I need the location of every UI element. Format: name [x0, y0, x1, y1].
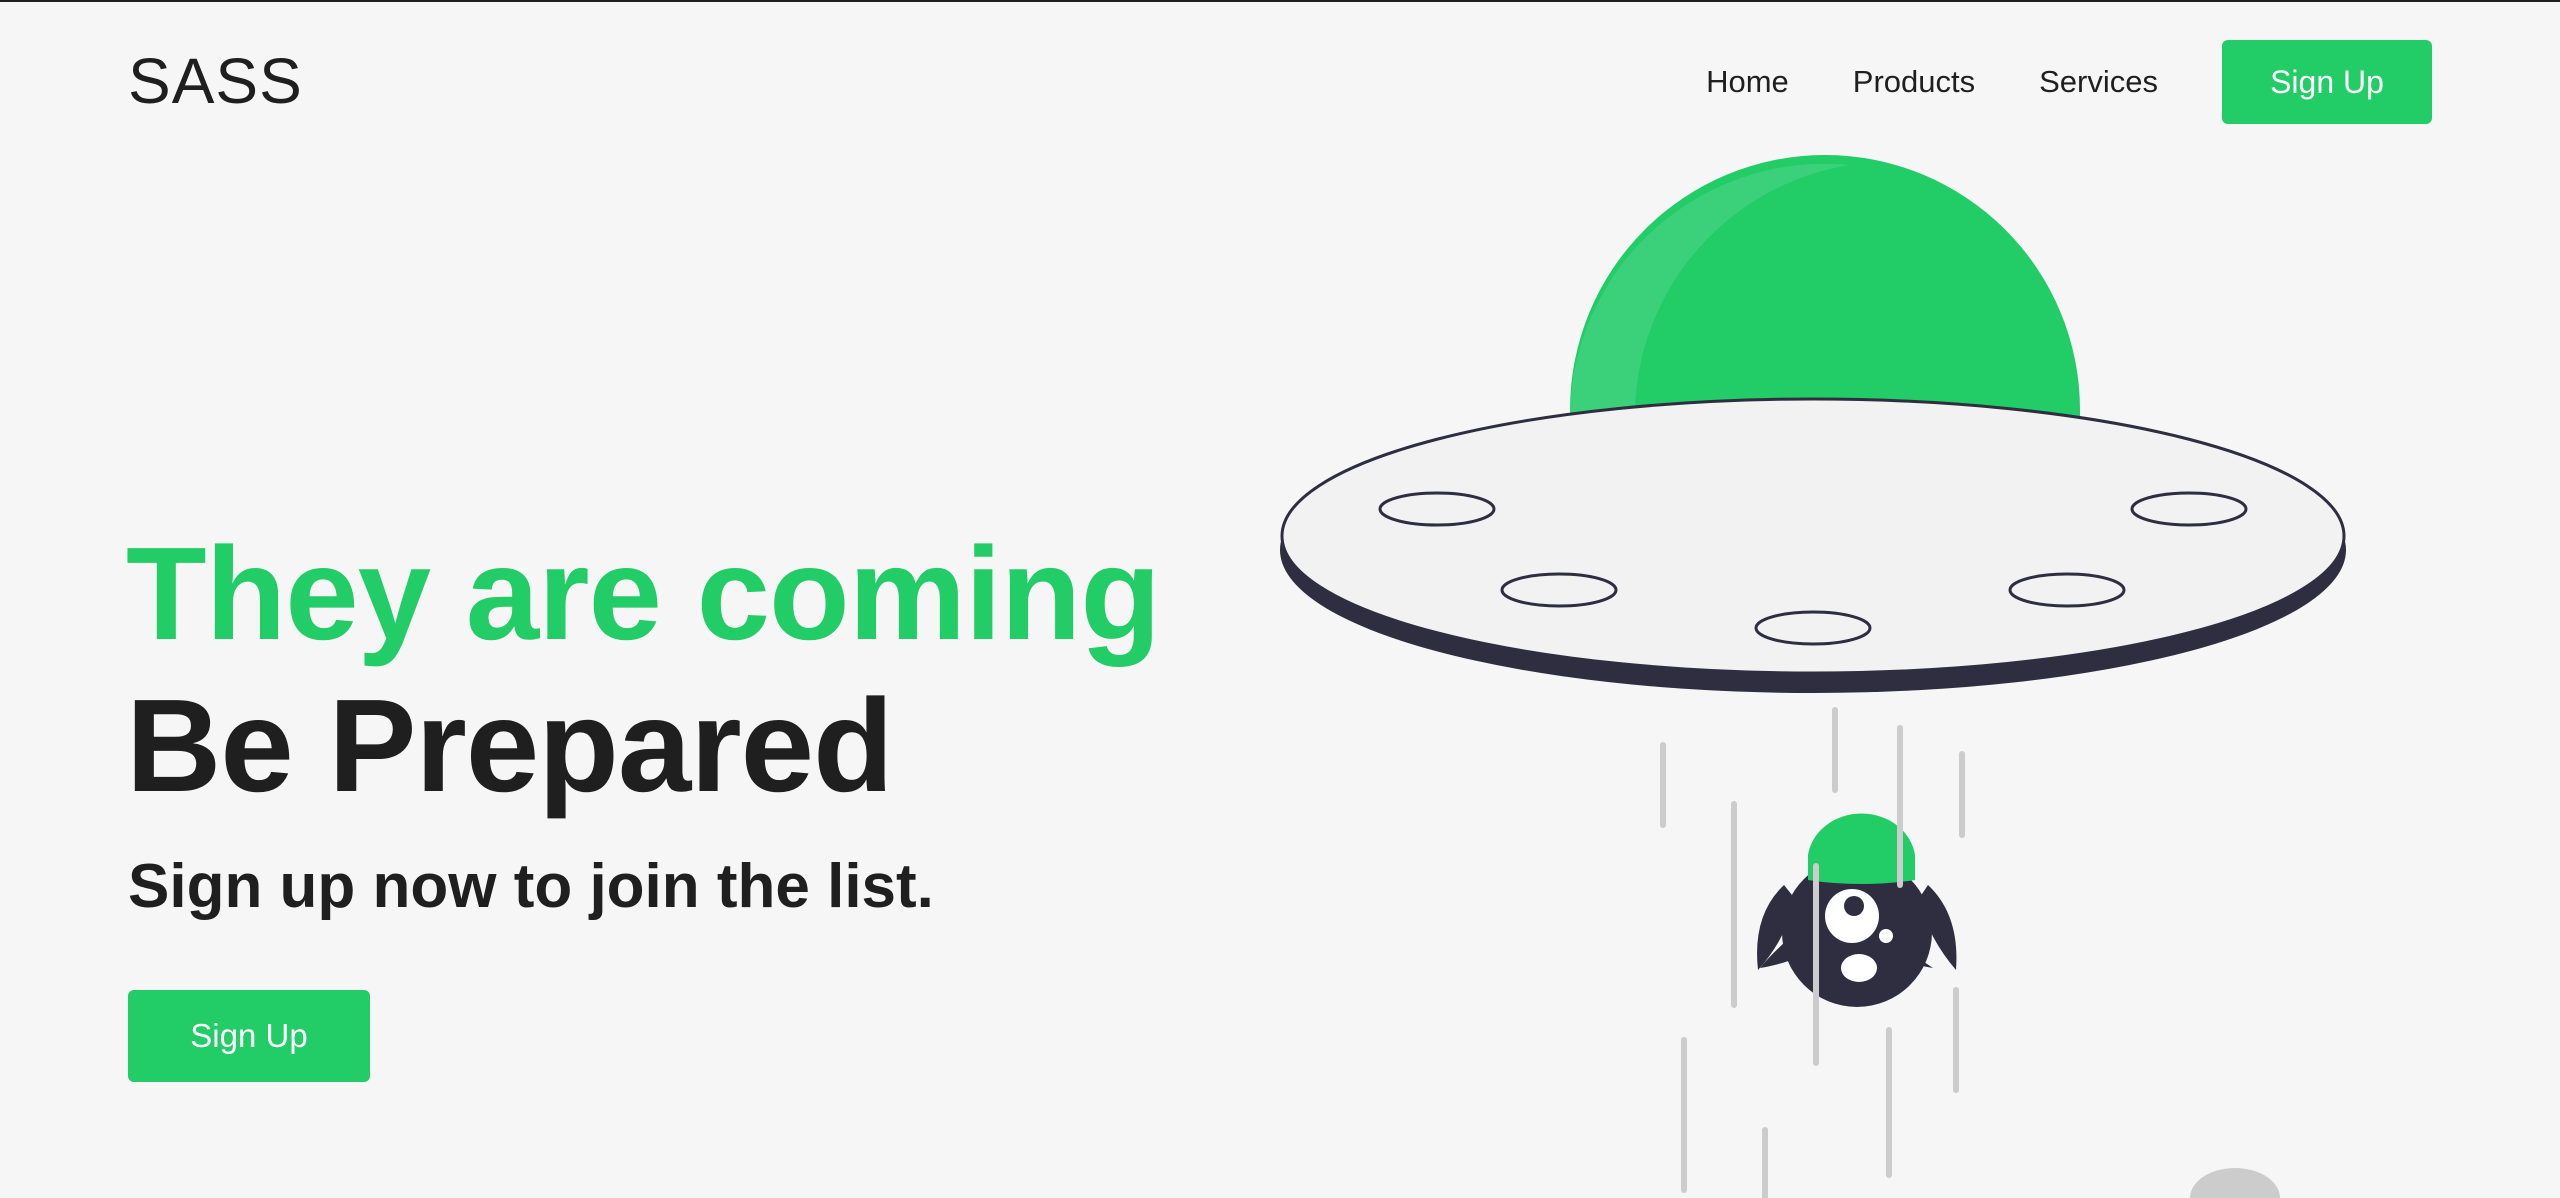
hero-title-secondary: Be Prepared: [126, 672, 894, 819]
top-border: [0, 0, 2560, 2]
hero-title-primary: They are coming: [126, 520, 1161, 667]
nav-link-services[interactable]: Services: [2039, 64, 2158, 100]
partial-shape: [2190, 1168, 2280, 1198]
nav-link-home[interactable]: Home: [1706, 64, 1789, 100]
ufo-illustration: [1280, 155, 2346, 1198]
nav-link-products[interactable]: Products: [1853, 64, 1975, 100]
hero-signup-button[interactable]: Sign Up: [128, 990, 370, 1082]
brand-logo[interactable]: SASS: [128, 46, 303, 116]
monster: [1757, 813, 1957, 1007]
ufo-dome: [1570, 155, 2080, 426]
main-nav: Home Products Services Sign Up: [1706, 40, 2432, 124]
nav-signup-button[interactable]: Sign Up: [2222, 40, 2432, 124]
ufo-saucer: [1280, 397, 2346, 675]
hero-subtitle: Sign up now to join the list.: [128, 852, 934, 921]
